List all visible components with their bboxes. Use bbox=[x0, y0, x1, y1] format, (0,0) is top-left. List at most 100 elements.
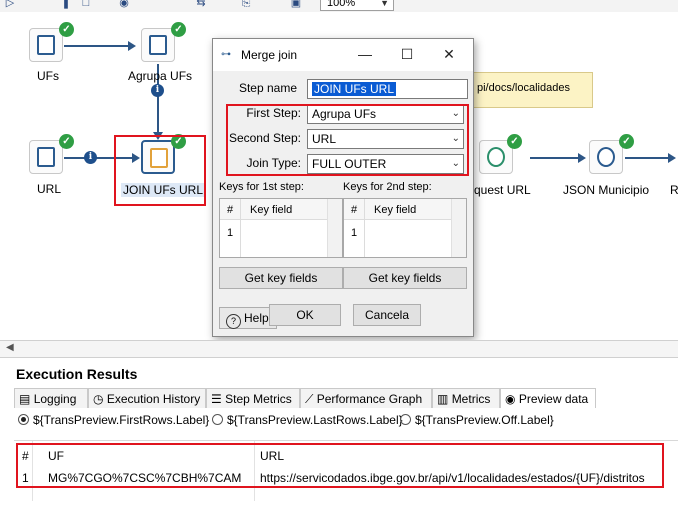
grid-scrollbar[interactable] bbox=[327, 199, 342, 257]
tab-label: Logging bbox=[33, 392, 77, 406]
keys-second-grid[interactable]: # Key field 1 bbox=[343, 198, 467, 258]
step-label-request: quest URL bbox=[474, 183, 531, 197]
help-icon: ? bbox=[226, 314, 241, 329]
tab-label: Step Metrics bbox=[225, 392, 292, 406]
preview-table: # UF URL 1 MG%7CGO%7CSC%7CBH%7CAM https:… bbox=[14, 440, 678, 518]
scroll-left-icon[interactable]: ◀ bbox=[6, 342, 14, 353]
radio-label: ${TransPreview.LastRows.Label} bbox=[227, 413, 403, 427]
grid-hash-header: # bbox=[350, 204, 358, 216]
grid-key-field-header: Key field bbox=[374, 204, 417, 216]
eye-icon: ◉ bbox=[505, 392, 516, 406]
merge-join-icon: ⊶ bbox=[221, 49, 231, 60]
info-icon[interactable]: i bbox=[151, 84, 164, 97]
grid-hash-header: # bbox=[226, 204, 234, 216]
checkmark-icon: ✓ bbox=[507, 134, 522, 149]
tab-metrics[interactable]: ▥ Metrics bbox=[432, 388, 500, 408]
get-key-fields-first-button[interactable]: Get key fields bbox=[219, 267, 343, 289]
clock-icon: ◷ bbox=[93, 392, 104, 406]
hop-json-next[interactable] bbox=[625, 157, 670, 159]
execution-tabs: ▤ Logging ◷ Execution History ☰ Step Met… bbox=[14, 388, 678, 408]
grid-divider bbox=[240, 199, 241, 257]
step-agrupa-ufs[interactable] bbox=[141, 28, 175, 62]
radio-first-rows[interactable]: ${TransPreview.FirstRows.Label} bbox=[18, 413, 209, 427]
tab-performance-graph[interactable]: ⟋ Performance Graph bbox=[300, 388, 432, 408]
hop-arrow bbox=[668, 153, 676, 163]
step-ufs[interactable] bbox=[29, 28, 63, 62]
step-label-url: URL bbox=[37, 182, 62, 196]
dialog-titlebar: ⊶ Merge join — ☐ ✕ bbox=[213, 39, 473, 71]
tab-label: Execution History bbox=[106, 392, 201, 406]
maximize-icon[interactable]: ☐ bbox=[397, 45, 417, 63]
merge-join-dialog: ⊶ Merge join — ☐ ✕ Step name JOIN UFs UR… bbox=[212, 38, 474, 337]
stop-icon[interactable]: □ bbox=[80, 0, 92, 9]
cancel-button[interactable]: Cancela bbox=[353, 304, 421, 326]
checkmark-icon: ✓ bbox=[619, 134, 634, 149]
radio-off[interactable]: ${TransPreview.Off.Label} bbox=[400, 413, 554, 427]
radio-label: ${TransPreview.Off.Label} bbox=[415, 413, 554, 427]
pause-icon[interactable]: ❚ bbox=[60, 0, 72, 9]
close-icon[interactable]: ✕ bbox=[439, 45, 459, 63]
radio-icon bbox=[212, 414, 223, 425]
preview-icon[interactable]: ◉ bbox=[118, 0, 130, 9]
step-name-label: Step name bbox=[238, 81, 297, 95]
highlight-join-step bbox=[114, 135, 206, 206]
radio-last-rows[interactable]: ${TransPreview.LastRows.Label} bbox=[212, 413, 403, 427]
explore-icon[interactable]: ▣ bbox=[290, 0, 302, 9]
keys-first-grid[interactable]: # Key field 1 bbox=[219, 198, 343, 258]
highlight-join-settings bbox=[226, 104, 469, 176]
step-label-next: R bbox=[670, 183, 678, 197]
tab-label: Metrics bbox=[451, 392, 491, 406]
step-label-ufs: UFs bbox=[37, 69, 59, 83]
checkmark-icon: ✓ bbox=[59, 22, 74, 37]
hop-ufs-agrupa[interactable] bbox=[64, 45, 130, 47]
note-text: pi/docs/localidades bbox=[477, 82, 570, 94]
step-label-json: JSON Municipio bbox=[563, 183, 650, 197]
radio-label: ${TransPreview.FirstRows.Label} bbox=[33, 413, 210, 427]
tab-preview-data[interactable]: ◉ Preview data bbox=[500, 388, 596, 408]
analyze-icon[interactable]: ⇆ bbox=[195, 0, 207, 9]
grid-row-number: 1 bbox=[226, 227, 234, 239]
table-input-icon bbox=[37, 35, 55, 55]
radio-selected-icon bbox=[18, 414, 29, 425]
step-url[interactable] bbox=[29, 140, 63, 174]
ok-button[interactable]: OK bbox=[269, 304, 341, 326]
tab-label: Preview data bbox=[518, 392, 589, 406]
highlight-preview-rows bbox=[16, 443, 664, 488]
step-json-municipio[interactable] bbox=[589, 140, 623, 174]
hop-request-json[interactable] bbox=[530, 157, 580, 159]
hop-arrow bbox=[578, 153, 586, 163]
minimize-icon[interactable]: — bbox=[355, 45, 375, 63]
get-key-fields-second-button[interactable]: Get key fields bbox=[343, 267, 467, 289]
metrics-icon: ▥ bbox=[437, 392, 449, 406]
step-label-agrupa: Agrupa UFs bbox=[128, 69, 193, 83]
zoom-value: 100% bbox=[327, 0, 356, 9]
tab-step-metrics[interactable]: ☰ Step Metrics bbox=[206, 388, 300, 408]
zoom-select[interactable]: 100% ▼ bbox=[320, 0, 394, 11]
preview-mode-radios: ${TransPreview.FirstRows.Label} ${TransP… bbox=[14, 409, 678, 431]
rest-client-icon bbox=[487, 147, 505, 167]
step-name-value: JOIN UFs URL bbox=[312, 82, 397, 96]
panel-splitter[interactable]: ◀ bbox=[0, 340, 678, 358]
keys-second-label: Keys for 2nd step: bbox=[343, 181, 432, 193]
execution-results-title: Execution Results bbox=[16, 366, 138, 382]
json-input-icon bbox=[597, 147, 615, 167]
info-icon[interactable]: i bbox=[84, 151, 97, 164]
data-grid-icon bbox=[37, 147, 55, 167]
sql-icon[interactable]: ⎘ bbox=[240, 0, 252, 9]
run-icon[interactable]: ▷ bbox=[4, 0, 16, 9]
canvas-note[interactable]: pi/docs/localidades bbox=[468, 72, 593, 108]
grid-row-number: 1 bbox=[350, 227, 358, 239]
tab-label: Performance Graph bbox=[316, 392, 423, 406]
chevron-down-icon: ▼ bbox=[380, 0, 389, 8]
grid-divider bbox=[364, 199, 365, 257]
checkmark-icon: ✓ bbox=[171, 22, 186, 37]
checkmark-icon: ✓ bbox=[59, 134, 74, 149]
step-name-input[interactable]: JOIN UFs URL bbox=[307, 79, 468, 99]
grid-scrollbar[interactable] bbox=[451, 199, 466, 257]
radio-icon bbox=[400, 414, 411, 425]
help-label: Help bbox=[244, 311, 269, 325]
tab-logging[interactable]: ▤ Logging bbox=[14, 388, 88, 408]
list-icon: ☰ bbox=[211, 392, 222, 406]
logging-icon: ▤ bbox=[19, 392, 31, 406]
tab-execution-history[interactable]: ◷ Execution History bbox=[88, 388, 206, 408]
